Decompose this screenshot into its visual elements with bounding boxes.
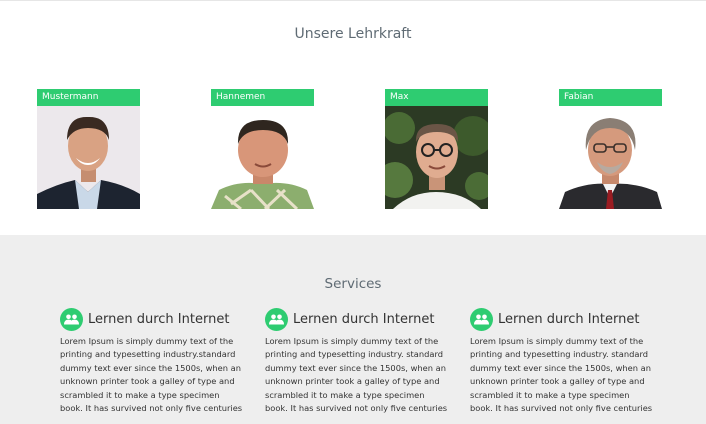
users-icon	[470, 307, 493, 331]
teacher-photo	[385, 106, 488, 209]
service-item: Lernen durch Internet Lorem Ipsum is sim…	[265, 307, 450, 415]
teacher-card[interactable]: Hannemen	[211, 89, 314, 209]
service-header: Lernen durch Internet	[60, 307, 245, 331]
teacher-name: Mustermann	[37, 89, 140, 106]
service-title: Lernen durch Internet	[88, 311, 230, 327]
teacher-card[interactable]: Max	[385, 89, 488, 209]
teacher-photo	[211, 106, 314, 209]
service-title: Lernen durch Internet	[293, 311, 435, 327]
service-header: Lernen durch Internet	[265, 307, 450, 331]
services-section: Services Lernen durch Internet Lorem Ips…	[0, 235, 706, 424]
service-title: Lernen durch Internet	[498, 311, 640, 327]
teacher-photo	[559, 106, 662, 209]
users-icon	[265, 307, 288, 331]
teacher-name: Fabian	[559, 89, 662, 106]
teacher-name: Max	[385, 89, 488, 106]
teacher-card[interactable]: Fabian	[559, 89, 662, 209]
users-icon	[60, 307, 83, 331]
service-item: Lernen durch Internet Lorem Ipsum is sim…	[60, 307, 245, 415]
service-item: Lernen durch Internet Lorem Ipsum is sim…	[470, 307, 655, 415]
teacher-name: Hannemen	[211, 89, 314, 106]
teacher-photo	[37, 106, 140, 209]
service-header: Lernen durch Internet	[470, 307, 655, 331]
service-description: Lorem Ipsum is simply dummy text of the …	[60, 336, 243, 414]
top-divider	[0, 0, 706, 1]
services-section-title: Services	[324, 276, 382, 292]
service-description: Lorem Ipsum is simply dummy text of the …	[265, 336, 448, 414]
teacher-card[interactable]: Mustermann	[37, 89, 140, 209]
team-section-title: Unsere Lehrkraft	[294, 26, 412, 42]
service-description: Lorem Ipsum is simply dummy text of the …	[470, 336, 653, 414]
